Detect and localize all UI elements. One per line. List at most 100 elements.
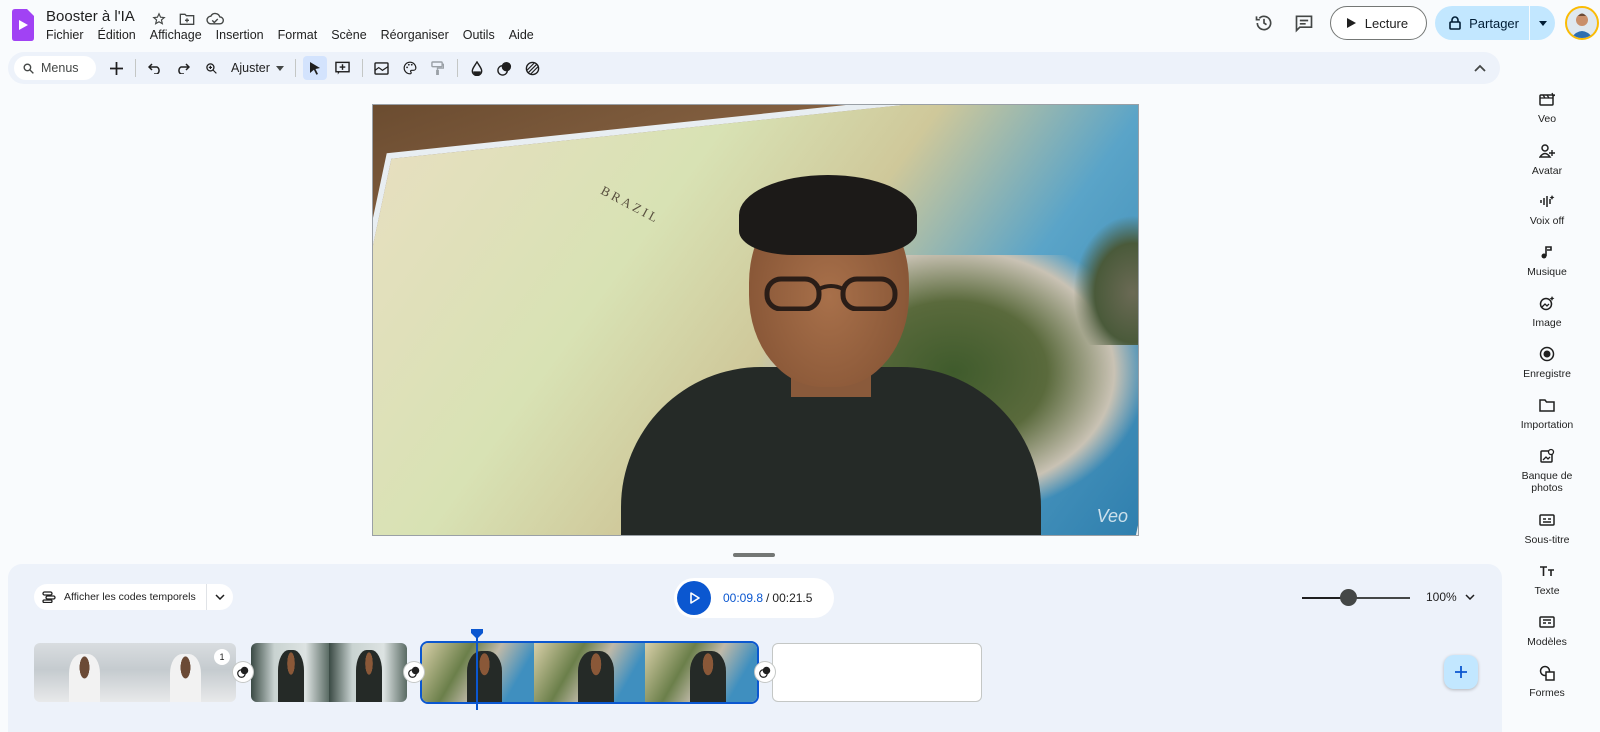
menu-view[interactable]: Affichage bbox=[150, 28, 202, 42]
background-icon[interactable] bbox=[370, 56, 394, 80]
empty-scene-slot[interactable] bbox=[772, 643, 982, 702]
resize-handle[interactable] bbox=[733, 553, 775, 557]
text-icon bbox=[1538, 562, 1556, 580]
theme-palette-icon[interactable] bbox=[398, 56, 422, 80]
menu-bar: Fichier Édition Affichage Insertion Form… bbox=[46, 28, 534, 42]
show-timecodes-button[interactable]: Afficher les codes temporels bbox=[34, 584, 207, 610]
transition-icon bbox=[237, 666, 249, 678]
timeline-zoom-slider[interactable] bbox=[1302, 589, 1410, 606]
timeline-clip-1[interactable]: 1 bbox=[34, 643, 236, 702]
timecodes-dropdown-button[interactable] bbox=[207, 584, 233, 610]
playhead-line[interactable] bbox=[476, 636, 478, 710]
zoom-fit-label: Ajuster bbox=[231, 61, 270, 75]
sidebar-item-label: Formes bbox=[1529, 687, 1565, 699]
share-button[interactable]: Partager bbox=[1435, 6, 1529, 40]
sidebar-item-label: Voix off bbox=[1529, 215, 1565, 227]
sidebar-item-label: Sous-titre bbox=[1524, 534, 1570, 546]
sidebar-item-label: Importation bbox=[1520, 419, 1574, 431]
star-icon[interactable] bbox=[150, 10, 168, 28]
toolbar-divider bbox=[294, 59, 296, 77]
clip-badge: 1 bbox=[214, 649, 230, 665]
fill-color-icon[interactable] bbox=[465, 56, 489, 80]
toolbar-divider bbox=[456, 59, 458, 77]
playhead-marker-icon[interactable] bbox=[471, 629, 483, 639]
toolbar-divider bbox=[135, 59, 136, 77]
document-title[interactable]: Booster à l'IA bbox=[46, 8, 135, 25]
add-icon[interactable] bbox=[104, 56, 128, 80]
zoom-icon[interactable] bbox=[199, 56, 223, 80]
redo-icon[interactable] bbox=[171, 56, 195, 80]
caret-down-icon bbox=[275, 65, 284, 71]
version-history-icon[interactable] bbox=[1250, 9, 1278, 37]
transition-icon[interactable] bbox=[493, 56, 517, 80]
sidebar-item-avatar[interactable]: Avatar bbox=[1512, 142, 1582, 177]
veo-clip-icon bbox=[1538, 90, 1556, 108]
chevron-down-icon bbox=[1465, 594, 1475, 600]
effects-icon[interactable] bbox=[521, 56, 545, 80]
sidebar-item-stock-photos[interactable]: Banque de photos bbox=[1512, 447, 1582, 494]
clip-thumbnail bbox=[34, 643, 135, 702]
comments-icon[interactable] bbox=[1290, 9, 1318, 37]
menu-arrange[interactable]: Réorganiser bbox=[381, 28, 449, 42]
play-button-label: Lecture bbox=[1364, 15, 1409, 31]
sidebar-item-shapes[interactable]: Formes bbox=[1512, 664, 1582, 699]
sidebar-item-subtitles[interactable]: Sous-titre bbox=[1512, 511, 1582, 546]
total-time: 00:21.5 bbox=[772, 591, 813, 605]
scene-canvas[interactable]: BRAZIL Veo bbox=[372, 104, 1139, 536]
menu-format[interactable]: Format bbox=[278, 28, 318, 42]
sidebar-item-veo[interactable]: Veo bbox=[1512, 90, 1582, 125]
transition-icon bbox=[408, 666, 420, 678]
glasses-icon bbox=[764, 276, 898, 311]
timeline-clip-3-selected[interactable] bbox=[420, 641, 759, 704]
toolbar: Menus Ajuster bbox=[8, 52, 1500, 84]
menu-tools[interactable]: Outils bbox=[463, 28, 495, 42]
sidebar-item-voiceover[interactable]: Voix off bbox=[1512, 192, 1582, 227]
timeline-play-button[interactable] bbox=[677, 581, 711, 615]
subtitles-icon bbox=[1538, 511, 1556, 529]
sidebar-item-music[interactable]: Musique bbox=[1512, 243, 1582, 278]
transition-button[interactable] bbox=[404, 662, 424, 682]
zoom-slider-handle[interactable] bbox=[1340, 589, 1358, 606]
move-folder-icon[interactable] bbox=[178, 10, 196, 28]
search-menus-input[interactable]: Menus bbox=[14, 56, 96, 80]
play-button[interactable]: Lecture bbox=[1329, 6, 1428, 40]
play-icon bbox=[689, 592, 700, 604]
avatar-add-icon bbox=[1538, 142, 1556, 160]
search-menus-label: Menus bbox=[41, 61, 79, 75]
add-scene-button[interactable] bbox=[1444, 655, 1478, 689]
cloud-status-icon[interactable] bbox=[206, 10, 224, 28]
avatar-presenter-image[interactable] bbox=[621, 175, 1041, 535]
sidebar-item-label: Image bbox=[1532, 317, 1562, 329]
time-readout: 00:09.8/00:21.5 bbox=[723, 591, 812, 605]
sidebar-item-templates[interactable]: Modèles bbox=[1512, 613, 1582, 648]
transition-button[interactable] bbox=[755, 662, 775, 682]
timeline-clip-2[interactable] bbox=[251, 643, 407, 702]
user-avatar[interactable] bbox=[1565, 6, 1599, 40]
share-dropdown-button[interactable] bbox=[1529, 6, 1555, 40]
sidebar-item-record[interactable]: Enregistre bbox=[1512, 345, 1582, 380]
collapse-toolbar-icon[interactable] bbox=[1474, 59, 1486, 77]
menu-scene[interactable]: Scène bbox=[331, 28, 366, 42]
timecodes-icon bbox=[42, 591, 56, 603]
zoom-fit-select[interactable]: Ajuster bbox=[225, 61, 290, 75]
zoom-percent: 100% bbox=[1426, 590, 1457, 604]
transition-button[interactable] bbox=[233, 662, 253, 682]
select-cursor-icon[interactable] bbox=[302, 56, 327, 80]
text-box-icon[interactable] bbox=[331, 56, 355, 80]
sidebar-item-image[interactable]: Image bbox=[1512, 294, 1582, 329]
add-icon bbox=[1455, 666, 1467, 678]
app-window: Booster à l'IA Fichier Édition Affichage… bbox=[0, 0, 1600, 732]
sidebar-item-label: Modèles bbox=[1527, 636, 1567, 648]
vids-logo-icon[interactable] bbox=[12, 9, 34, 41]
sidebar-item-text[interactable]: Texte bbox=[1512, 562, 1582, 597]
undo-icon[interactable] bbox=[143, 56, 167, 80]
menu-edit[interactable]: Édition bbox=[98, 28, 136, 42]
menu-help[interactable]: Aide bbox=[509, 28, 534, 42]
search-icon bbox=[23, 62, 34, 74]
paint-format-icon[interactable] bbox=[426, 56, 450, 80]
menu-file[interactable]: Fichier bbox=[46, 28, 84, 42]
sidebar-item-import[interactable]: Importation bbox=[1512, 396, 1582, 431]
timeline-zoom-select[interactable]: 100% bbox=[1426, 590, 1475, 604]
presenter-hair bbox=[739, 175, 917, 255]
menu-insert[interactable]: Insertion bbox=[216, 28, 264, 42]
